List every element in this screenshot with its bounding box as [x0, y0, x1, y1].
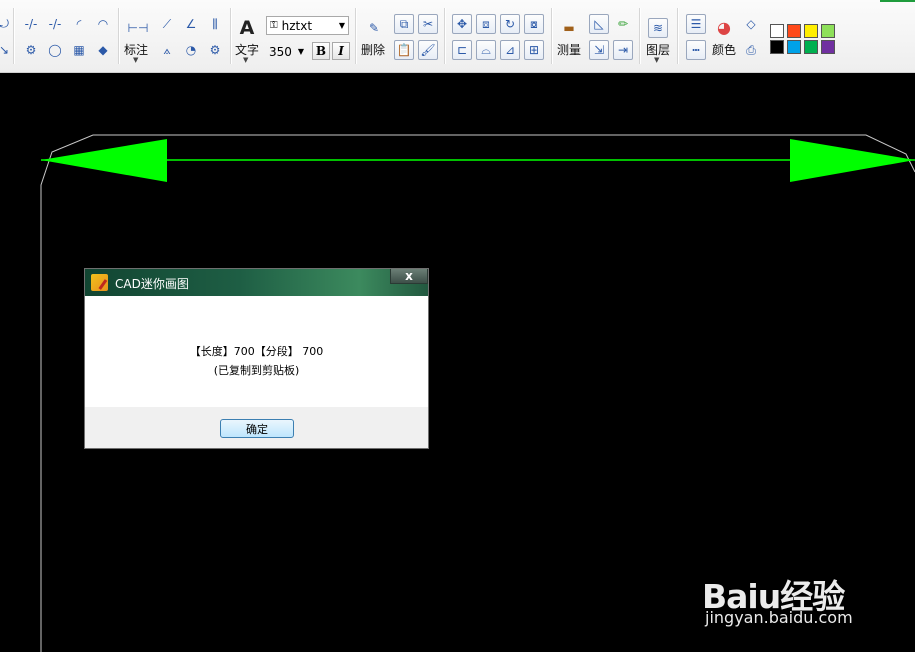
arrow-down-icon[interactable]: ↘: [0, 40, 14, 60]
arrow-icon[interactable]: ⤾: [0, 14, 14, 34]
layers-icon[interactable]: ≋: [648, 18, 668, 38]
export-icon[interactable]: ⇥: [613, 40, 633, 60]
dimension-arrow-right: [790, 139, 915, 182]
area-measure-icon[interactable]: ◺: [589, 14, 609, 34]
toolbar-top-accent: [880, 0, 915, 2]
eraser-shape-icon[interactable]: ◇: [741, 14, 761, 34]
print-icon[interactable]: ⎙: [741, 40, 761, 60]
measure-label[interactable]: 测量: [557, 41, 581, 58]
color-swatch[interactable]: [787, 40, 801, 54]
font-name: hztxt: [281, 18, 313, 33]
ruler-icon[interactable]: ▬: [559, 18, 579, 38]
radius-dim-icon[interactable]: ◔: [181, 40, 201, 60]
line-type-icon[interactable]: ┅: [686, 40, 706, 60]
color-swatch[interactable]: [770, 24, 784, 38]
separator: [230, 8, 232, 64]
trim-icon[interactable]: ⊏: [452, 40, 472, 60]
chevron-down-icon: ▼: [297, 47, 305, 56]
angle-dim-icon[interactable]: ∠: [181, 14, 201, 34]
text-tool-icon[interactable]: A: [237, 18, 257, 38]
close-button[interactable]: x: [390, 269, 428, 284]
circle-icon[interactable]: ◯: [45, 40, 65, 60]
separator: [444, 8, 446, 64]
rotate-icon[interactable]: ↻: [500, 14, 520, 34]
separator: [13, 8, 15, 64]
array-icon[interactable]: ⊞: [524, 40, 544, 60]
dialog-message-length: 【长度】700【分段】 700: [189, 345, 324, 358]
dimension-arrow-left: [41, 139, 167, 182]
color-swatch[interactable]: [770, 40, 784, 54]
color-swatch[interactable]: [804, 40, 818, 54]
chevron-down-icon[interactable]: ▼: [133, 56, 138, 64]
dimension-icon[interactable]: ⊢⊣: [128, 18, 149, 38]
font-icon: ⚿: [270, 20, 278, 31]
cross-line-icon[interactable]: -/-: [45, 14, 65, 34]
separator: [118, 8, 120, 64]
separator: [639, 8, 641, 64]
scissors-icon[interactable]: ✂: [418, 14, 438, 34]
dashed-line-icon[interactable]: -/-: [21, 14, 41, 34]
font-size-select[interactable]: 350 ▼: [266, 42, 309, 61]
message-dialog: CAD迷你画图 x 【长度】700【分段】 700 (已复制到剪贴板) 确定: [84, 268, 429, 449]
separator: [677, 8, 679, 64]
watermark-url: jingyan.baidu.com: [705, 608, 853, 627]
color-swatch[interactable]: [821, 24, 835, 38]
chevron-down-icon[interactable]: ▼: [654, 56, 659, 64]
mirror-icon[interactable]: ⊿: [500, 40, 520, 60]
eraser-icon[interactable]: ✎: [364, 18, 384, 38]
dialog-message-copied: (已复制到剪贴板): [213, 364, 300, 377]
separator: [551, 8, 553, 64]
pencil-icon[interactable]: ✏: [613, 14, 633, 34]
color-swatch[interactable]: [804, 24, 818, 38]
bold-button[interactable]: B: [312, 42, 330, 60]
chevron-down-icon[interactable]: ▼: [243, 56, 248, 64]
color-swatch[interactable]: [787, 24, 801, 38]
brush-icon[interactable]: 🖌: [418, 40, 438, 60]
scale-icon[interactable]: ⧈: [476, 14, 496, 34]
dialog-titlebar[interactable]: CAD迷你画图 x: [85, 269, 428, 296]
arc-icon[interactable]: ◠: [93, 14, 113, 34]
delete-label[interactable]: 删除: [361, 41, 385, 58]
rounded-corner-icon[interactable]: ◜: [69, 14, 89, 34]
extend-icon[interactable]: ⌓: [476, 40, 496, 60]
separator: [355, 8, 357, 64]
chevron-down-icon: ▼: [338, 21, 345, 30]
continuous-dim-icon[interactable]: ⫼: [205, 14, 225, 34]
move-icon[interactable]: ✥: [452, 14, 472, 34]
import-icon[interactable]: ⇲: [589, 40, 609, 60]
ok-button[interactable]: 确定: [220, 419, 294, 438]
toolbar: ⤾ ↘ -/- -/- ◜ ◠ ⚙ ◯ ▦ ◆ ⊢⊣ 标注 ▼ ⟋ ∠ ⫼ ⟑ …: [0, 0, 915, 73]
dialog-footer: 确定: [85, 407, 428, 448]
aligned-dim-icon[interactable]: ⟋: [157, 14, 177, 34]
fill-icon[interactable]: ◆: [93, 40, 113, 60]
paste-icon[interactable]: 📋: [394, 40, 414, 60]
color-label[interactable]: 颜色: [712, 41, 736, 58]
3d-box-icon[interactable]: ⧇: [524, 14, 544, 34]
dialog-title: CAD迷你画图: [115, 277, 189, 291]
color-swatch[interactable]: [821, 40, 835, 54]
oblique-dim-icon[interactable]: ⟑: [157, 40, 177, 60]
gear-circle-icon[interactable]: ⚙: [21, 40, 41, 60]
hatch-icon[interactable]: ▦: [69, 40, 89, 60]
font-size-value: 350: [269, 44, 292, 59]
font-select[interactable]: ⚿ hztxt ▼: [266, 16, 349, 35]
line-weight-icon[interactable]: ☰: [686, 14, 706, 34]
italic-button[interactable]: I: [332, 42, 350, 60]
app-logo-icon: [91, 274, 108, 291]
settings-gear-icon[interactable]: ⚙: [205, 40, 225, 60]
color-wheel-icon[interactable]: ◕: [714, 18, 734, 38]
copy-icon[interactable]: ⧉: [394, 14, 414, 34]
